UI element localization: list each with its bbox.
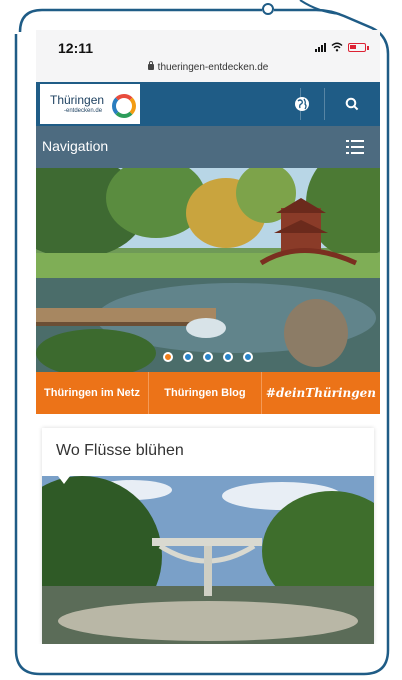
- slider-dot[interactable]: [223, 352, 233, 362]
- link-thueringen-im-netz[interactable]: Thüringen im Netz: [36, 372, 149, 414]
- url-bar[interactable]: thueringen-entdecken.de: [36, 61, 380, 73]
- phone-screen: 12:11 thueringen-entdecken.de Thüringen …: [36, 30, 380, 644]
- battery-icon: [348, 42, 369, 52]
- hero-slider[interactable]: [36, 168, 380, 372]
- article-title: Wo Flüsse blühen: [56, 442, 184, 459]
- navigation-label: Navigation: [42, 138, 109, 154]
- search-icon: [345, 97, 359, 111]
- navigation-bar[interactable]: Navigation: [36, 126, 380, 168]
- link-dein-thueringen[interactable]: #deinThüringen: [261, 372, 380, 414]
- quick-links: Thüringen im Netz Thüringen Blog #deinTh…: [36, 372, 380, 414]
- site-logo[interactable]: Thüringen -entdecken.de: [40, 84, 140, 124]
- slider-dots: [36, 352, 380, 362]
- search-button[interactable]: [332, 82, 372, 126]
- logo-ring-icon: [112, 94, 136, 118]
- slider-dot[interactable]: [163, 352, 173, 362]
- url-text: thueringen-entdecken.de: [157, 62, 269, 73]
- globe-icon: [295, 97, 309, 111]
- article-card[interactable]: Wo Flüsse blühen: [42, 428, 374, 644]
- status-time: 12:11: [58, 40, 94, 56]
- hero-image-japanese-garden: [36, 168, 380, 372]
- slider-dot[interactable]: [243, 352, 253, 362]
- status-icons: [315, 42, 369, 52]
- status-bar: 12:11 thueringen-entdecken.de: [36, 30, 380, 82]
- logo-subtext: -entdecken.de: [64, 108, 103, 114]
- site-header: Thüringen -entdecken.de: [36, 82, 380, 126]
- lock-icon: [147, 61, 154, 71]
- language-button[interactable]: [282, 82, 322, 126]
- slider-dot[interactable]: [203, 352, 213, 362]
- logo-text: Thüringen: [50, 93, 105, 107]
- wifi-icon: [331, 42, 343, 52]
- article-image-bridge: [42, 476, 374, 644]
- link-thueringen-blog[interactable]: Thüringen Blog: [148, 372, 262, 414]
- slider-dot[interactable]: [183, 352, 193, 362]
- signal-icon: [315, 42, 326, 52]
- menu-list-icon[interactable]: [346, 140, 364, 154]
